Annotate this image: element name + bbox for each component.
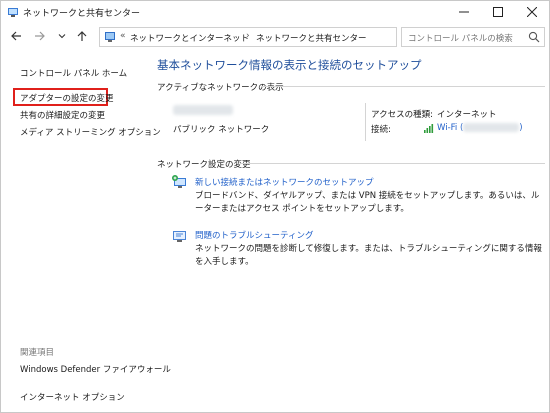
windows-defender-firewall-link[interactable]: Windows Defender ファイアウォール <box>20 363 171 375</box>
setup-new-connection-description: ブロードバンド、ダイヤルアップ、または VPN 接続をセットアップします。あるい… <box>195 191 540 214</box>
minimize-icon <box>459 11 469 13</box>
troubleshoot-problems-link[interactable]: 問題のトラブルシューティング <box>195 229 314 241</box>
network-center-icon <box>8 8 18 17</box>
divider <box>365 103 366 141</box>
arrow-up-icon <box>77 31 87 41</box>
active-networks-heading: アクティブなネットワークの表示 <box>157 83 284 93</box>
arrow-left-icon <box>11 31 21 41</box>
forward-button[interactable] <box>31 27 49 45</box>
wifi-link-prefix: Wi-Fi ( <box>437 123 464 133</box>
search-icon <box>528 31 540 43</box>
recent-locations-button[interactable] <box>53 27 71 45</box>
divider <box>241 163 545 164</box>
up-button[interactable] <box>73 27 91 45</box>
wifi-signal-icon <box>424 124 434 133</box>
control-panel-home-link[interactable]: コントロール パネル ホーム <box>20 67 127 79</box>
close-icon <box>527 7 537 17</box>
chevron-down-icon <box>58 34 66 39</box>
window-title: ネットワークと共有センター <box>23 9 141 19</box>
maximize-icon <box>493 7 503 17</box>
wifi-link-suffix: ) <box>519 123 523 133</box>
minimize-button[interactable] <box>447 1 481 23</box>
network-settings-heading: ネットワーク設定の変更 <box>157 160 251 170</box>
troubleshoot-problems-description: ネットワークの問題を診断して修復します。または、トラブルシューティングに関する情… <box>195 244 542 267</box>
breadcrumb-separator-icon[interactable]: › <box>246 31 250 41</box>
address-bar[interactable]: « ネットワークとインターネット › ネットワークと共有センター <box>99 27 489 47</box>
breadcrumb-network-center[interactable]: ネットワークと共有センター <box>256 32 367 44</box>
change-adapter-settings-link[interactable]: アダプターの設定の変更 <box>20 92 114 104</box>
maximize-button[interactable] <box>481 1 515 23</box>
navigation-bar: « ネットワークとインターネット › ネットワークと共有センター コントロール … <box>1 24 549 50</box>
search-placeholder: コントロール パネルの検索 <box>408 34 513 44</box>
wifi-connection-link[interactable]: Wi-Fi () <box>437 123 523 133</box>
close-button[interactable] <box>515 1 549 23</box>
control-panel-icon <box>105 32 115 42</box>
breadcrumb-network-internet[interactable]: ネットワークとインターネット <box>130 32 249 44</box>
setup-new-connection-link[interactable]: 新しい接続またはネットワークのセットアップ <box>195 176 374 188</box>
back-button[interactable] <box>7 27 25 45</box>
title-bar: ネットワークと共有センター <box>1 1 549 23</box>
network-type: パブリック ネットワーク <box>173 125 270 135</box>
control-panel-window: ネットワークと共有センター « ネットワークとインターネット › ネットワークと… <box>0 0 550 413</box>
media-streaming-options-link[interactable]: メディア ストリーミング オプション <box>20 126 161 138</box>
new-connection-icon <box>172 175 186 188</box>
search-input[interactable]: コントロール パネルの検索 <box>401 27 545 47</box>
arrow-right-icon <box>35 31 45 41</box>
breadcrumb-overflow-icon[interactable]: « <box>120 31 126 41</box>
divider <box>261 86 545 87</box>
connection-label: 接続: <box>371 125 391 135</box>
troubleshoot-icon <box>173 231 186 242</box>
access-type-label: アクセスの種類: <box>371 110 433 120</box>
ssid-redacted <box>463 123 520 132</box>
network-name-redacted <box>173 105 233 115</box>
page-title: 基本ネットワーク情報の表示と接続のセットアップ <box>157 58 422 72</box>
advanced-sharing-settings-link[interactable]: 共有の詳細設定の変更 <box>20 109 105 121</box>
access-type-value: インターネット <box>437 110 497 120</box>
internet-options-link[interactable]: インターネット オプション <box>20 391 125 403</box>
related-title: 関連項目 <box>20 348 55 358</box>
